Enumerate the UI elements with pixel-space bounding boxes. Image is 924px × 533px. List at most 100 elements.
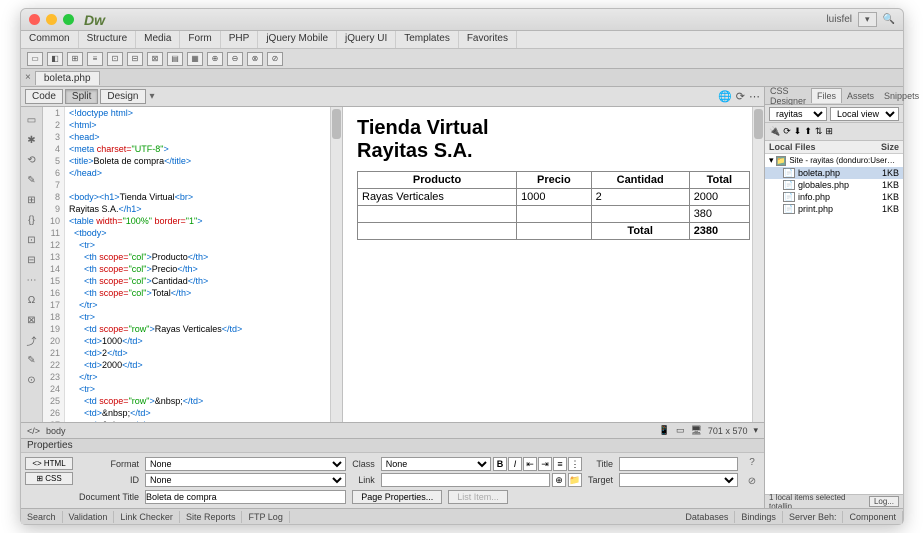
connect-icon[interactable]: 🔌 — [769, 126, 780, 137]
view-select[interactable]: Local view — [830, 107, 899, 121]
link-browse-button[interactable]: ⊕ — [552, 473, 566, 487]
gutter-icon[interactable]: ⊟ — [25, 253, 39, 267]
tag-path[interactable]: body — [46, 426, 66, 436]
search-icon[interactable]: 🔍 — [883, 14, 895, 25]
indent-button[interactable]: ⇥ — [538, 457, 552, 471]
gutter-icon[interactable]: ▭ — [25, 113, 39, 127]
link-input[interactable] — [381, 473, 550, 487]
format-select[interactable]: None — [145, 457, 346, 471]
close-window-button[interactable] — [29, 14, 40, 25]
document-tab[interactable]: boleta.php — [35, 71, 100, 85]
refresh-icon[interactable]: ⟳ — [783, 126, 791, 137]
code-view-button[interactable]: Code — [25, 89, 63, 104]
site-select[interactable]: rayitas — [769, 107, 827, 121]
bottom-tab-databases[interactable]: Databases — [679, 511, 735, 523]
target-select[interactable] — [619, 473, 738, 487]
log-button[interactable]: Log... — [869, 496, 899, 507]
options-icon[interactable]: ⋯ — [749, 90, 760, 103]
gutter-icon[interactable]: ⊙ — [25, 373, 39, 387]
menu-media[interactable]: Media — [136, 31, 180, 48]
design-preview[interactable]: Tienda VirtualRayitas S.A. ProductoPreci… — [343, 107, 764, 422]
file-row[interactable]: 📄boleta.php1KB — [765, 167, 903, 179]
gutter-icon[interactable]: ✎ — [25, 353, 39, 367]
gutter-icon[interactable]: ⊞ — [25, 193, 39, 207]
bottom-tab-ftp-log[interactable]: FTP Log — [242, 511, 289, 523]
refresh-icon[interactable]: ⟳ — [736, 90, 745, 103]
toolbar-icon[interactable]: ◧ — [47, 52, 63, 66]
toolbar-icon[interactable]: ⊕ — [207, 52, 223, 66]
scrollbar[interactable] — [330, 107, 342, 422]
sync-icon[interactable]: ⇅ — [815, 126, 823, 137]
menu-common[interactable]: Common — [21, 31, 79, 48]
tag-path-start[interactable]: </> — [27, 426, 40, 436]
menu-jquery-ui[interactable]: jQuery UI — [337, 31, 396, 48]
file-header-name[interactable]: Local Files — [765, 141, 875, 153]
ol-button[interactable]: ⋮ — [568, 457, 582, 471]
menu-favorites[interactable]: Favorites — [459, 31, 517, 48]
gutter-icon[interactable]: ⤴ — [25, 333, 39, 347]
menu-jquery-mobile[interactable]: jQuery Mobile — [258, 31, 337, 48]
gutter-icon[interactable]: {} — [25, 213, 39, 227]
panel-tab-files[interactable]: Files — [811, 88, 842, 103]
gutter-icon[interactable]: ⟲ — [25, 153, 39, 167]
help-icon[interactable]: ? — [744, 457, 760, 468]
link-folder-button[interactable]: 📁 — [568, 473, 582, 487]
toolbar-icon[interactable]: ≡ — [87, 52, 103, 66]
size-dropdown[interactable]: ▾ — [753, 425, 758, 436]
toolbar-icon[interactable]: ▦ — [187, 52, 203, 66]
bold-button[interactable]: B — [493, 457, 507, 471]
toolbar-icon[interactable]: ▤ — [167, 52, 183, 66]
gutter-icon[interactable]: ⊡ — [25, 233, 39, 247]
live-view-icon[interactable]: 🌐 — [718, 90, 732, 103]
layout-dropdown[interactable]: ▾ — [858, 12, 877, 27]
device-icon[interactable]: 📱 — [659, 425, 670, 436]
maximize-window-button[interactable] — [63, 14, 74, 25]
id-select[interactable]: None — [145, 473, 346, 487]
bottom-tab-validation[interactable]: Validation — [63, 511, 115, 523]
bottom-tab-component[interactable]: Component — [843, 511, 903, 523]
title-input[interactable] — [619, 457, 738, 471]
tablet-icon[interactable]: ▭ — [676, 425, 685, 436]
code-editor[interactable]: 1<!doctype html>2<html>3<head>4<meta cha… — [43, 107, 343, 422]
minimize-window-button[interactable] — [46, 14, 57, 25]
site-root[interactable]: ▾📁 Site - rayitas (donduro:Users:luisf..… — [765, 154, 903, 167]
gutter-icon[interactable]: ✱ — [25, 133, 39, 147]
get-icon[interactable]: ⬇ — [794, 126, 802, 137]
panel-tab-snippets[interactable]: Snippets — [879, 89, 924, 103]
put-icon[interactable]: ⬆ — [804, 126, 812, 137]
panel-tab-css-designer[interactable]: CSS Designer — [765, 84, 811, 108]
gutter-icon[interactable]: Ω — [25, 293, 39, 307]
bottom-tab-link-checker[interactable]: Link Checker — [114, 511, 180, 523]
gutter-icon[interactable]: ✎ — [25, 173, 39, 187]
file-header-size[interactable]: Size — [875, 141, 903, 153]
file-row[interactable]: 📄info.php1KB — [765, 191, 903, 203]
toolbar-icon[interactable]: ⊘ — [267, 52, 283, 66]
expand-icon[interactable]: ⊞ — [825, 126, 833, 137]
menu-templates[interactable]: Templates — [396, 31, 459, 48]
toolbar-icon[interactable]: ⊠ — [147, 52, 163, 66]
bottom-tab-bindings[interactable]: Bindings — [735, 511, 783, 523]
file-row[interactable]: 📄globales.php1KB — [765, 179, 903, 191]
page-properties-button[interactable]: Page Properties... — [352, 490, 442, 504]
toolbar-icon[interactable]: ⊞ — [67, 52, 83, 66]
toolbar-icon[interactable]: ⊖ — [227, 52, 243, 66]
bottom-tab-site-reports[interactable]: Site Reports — [180, 511, 243, 523]
css-mode-button[interactable]: ⊞ CSS — [25, 472, 73, 485]
toolbar-icon[interactable]: ⊡ — [107, 52, 123, 66]
bottom-tab-search[interactable]: Search — [21, 511, 63, 523]
html-mode-button[interactable]: <> HTML — [25, 457, 73, 470]
toolbar-icon[interactable]: ⊟ — [127, 52, 143, 66]
ul-button[interactable]: ≡ — [553, 457, 567, 471]
italic-button[interactable]: I — [508, 457, 522, 471]
toolbar-icon[interactable]: ▭ — [27, 52, 43, 66]
desktop-icon[interactable]: 🖥 — [690, 425, 701, 436]
outdent-button[interactable]: ⇤ — [523, 457, 537, 471]
class-select[interactable]: None — [381, 457, 491, 471]
panel-tab-assets[interactable]: Assets — [842, 89, 879, 103]
menu-php[interactable]: PHP — [221, 31, 259, 48]
bottom-tab-server-beh-[interactable]: Server Beh: — [783, 511, 844, 523]
gutter-icon[interactable]: ⋯ — [25, 273, 39, 287]
design-view-button[interactable]: Design — [100, 89, 145, 104]
menu-structure[interactable]: Structure — [79, 31, 137, 48]
split-view-button[interactable]: Split — [65, 89, 98, 104]
